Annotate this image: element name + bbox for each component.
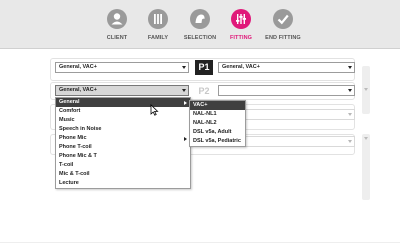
- menu-item-comfort[interactable]: Comfort: [56, 107, 190, 116]
- client-icon: [107, 9, 127, 29]
- menu-item-label: T-coil: [59, 162, 74, 168]
- menu-item-label: Phone Mic & T: [59, 153, 97, 159]
- chevron-down-icon: [348, 113, 352, 116]
- chevron-down-icon: [364, 88, 368, 91]
- submenu-item-dsl-adult[interactable]: DSL v5a, Adult: [190, 128, 245, 137]
- menu-item-label: Music: [59, 117, 75, 123]
- menu-item-t-coil[interactable]: T-coil: [56, 161, 190, 170]
- chevron-down-icon: [182, 66, 186, 69]
- submenu-item-label: VAC+: [193, 102, 208, 108]
- chevron-down-icon: [348, 66, 352, 69]
- p2-left-value: General, VAC+: [59, 87, 97, 93]
- menu-item-speech-in-noise[interactable]: Speech in Noise: [56, 125, 190, 134]
- nav-end-fitting-label: END FITTING: [265, 35, 301, 41]
- menu-item-lecture[interactable]: Lecture: [56, 179, 190, 188]
- navigation-bar: CLIENT FAMILY SELECTION FITTING END FITT…: [0, 0, 400, 49]
- chevron-right-icon: [184, 100, 187, 105]
- submenu-item-vac-plus[interactable]: VAC+: [190, 101, 245, 110]
- menu-item-phone-mic-t[interactable]: Phone Mic & T: [56, 152, 190, 161]
- chevron-down-icon: [348, 140, 352, 143]
- mouse-pointer-icon: [150, 104, 159, 116]
- chevron-right-icon: [184, 136, 187, 141]
- p1-right-value: General, VAC+: [222, 64, 260, 70]
- menu-item-label: Speech in Noise: [59, 126, 102, 132]
- p2-right-select[interactable]: [218, 85, 355, 96]
- nav-end-fitting[interactable]: END FITTING: [258, 9, 308, 41]
- menu-item-general[interactable]: General: [56, 98, 190, 107]
- p1-left-select[interactable]: General, VAC+: [55, 62, 189, 73]
- p2-left-select[interactable]: General, VAC+: [55, 85, 189, 96]
- end-fitting-icon: [273, 9, 293, 29]
- submenu-item-label: DSL v5a, Pediatric: [193, 138, 241, 144]
- submenu-item-label: DSL v5a, Adult: [193, 129, 232, 135]
- p1-left-value: General, VAC+: [59, 64, 97, 70]
- family-icon: [148, 9, 168, 29]
- menu-item-label: Lecture: [59, 180, 79, 186]
- submenu-item-label: NAL-NL1: [193, 111, 217, 117]
- menu-item-mic-t-coil[interactable]: Mic & T-coil: [56, 170, 190, 179]
- submenu-item-nal-nl2[interactable]: NAL-NL2: [190, 119, 245, 128]
- fitting-icon: [231, 9, 251, 29]
- menu-item-label: Mic & T-coil: [59, 171, 90, 177]
- program-1-badge[interactable]: P1: [195, 60, 213, 75]
- submenu-item-label: NAL-NL2: [193, 120, 217, 126]
- environment-dropdown-menu: General Comfort Music Speech in Noise Ph…: [55, 97, 191, 189]
- submenu-item-dsl-pediatric[interactable]: DSL v5a, Pediatric: [190, 137, 245, 146]
- submenu-item-nal-nl1[interactable]: NAL-NL1: [190, 110, 245, 119]
- p1-right-select[interactable]: General, VAC+: [218, 62, 355, 73]
- divider: [0, 242, 400, 243]
- rationale-submenu: VAC+ NAL-NL1 NAL-NL2 DSL v5a, Adult DSL …: [189, 100, 246, 147]
- menu-item-phone-t-coil[interactable]: Phone T-coil: [56, 143, 190, 152]
- right-scroll-rail-bottom[interactable]: [362, 134, 370, 200]
- program-2-badge[interactable]: P2: [195, 84, 213, 99]
- menu-item-label: General: [59, 99, 80, 105]
- chevron-down-icon: [348, 89, 352, 92]
- chevron-down-icon: [182, 89, 186, 92]
- menu-item-phone-mic[interactable]: Phone Mic: [56, 134, 190, 143]
- chevron-down-icon: [364, 137, 368, 140]
- menu-item-label: Comfort: [59, 108, 81, 114]
- menu-item-label: Phone T-coil: [59, 144, 92, 150]
- menu-item-music[interactable]: Music: [56, 116, 190, 125]
- menu-item-label: Phone Mic: [59, 135, 87, 141]
- selection-icon: [190, 9, 210, 29]
